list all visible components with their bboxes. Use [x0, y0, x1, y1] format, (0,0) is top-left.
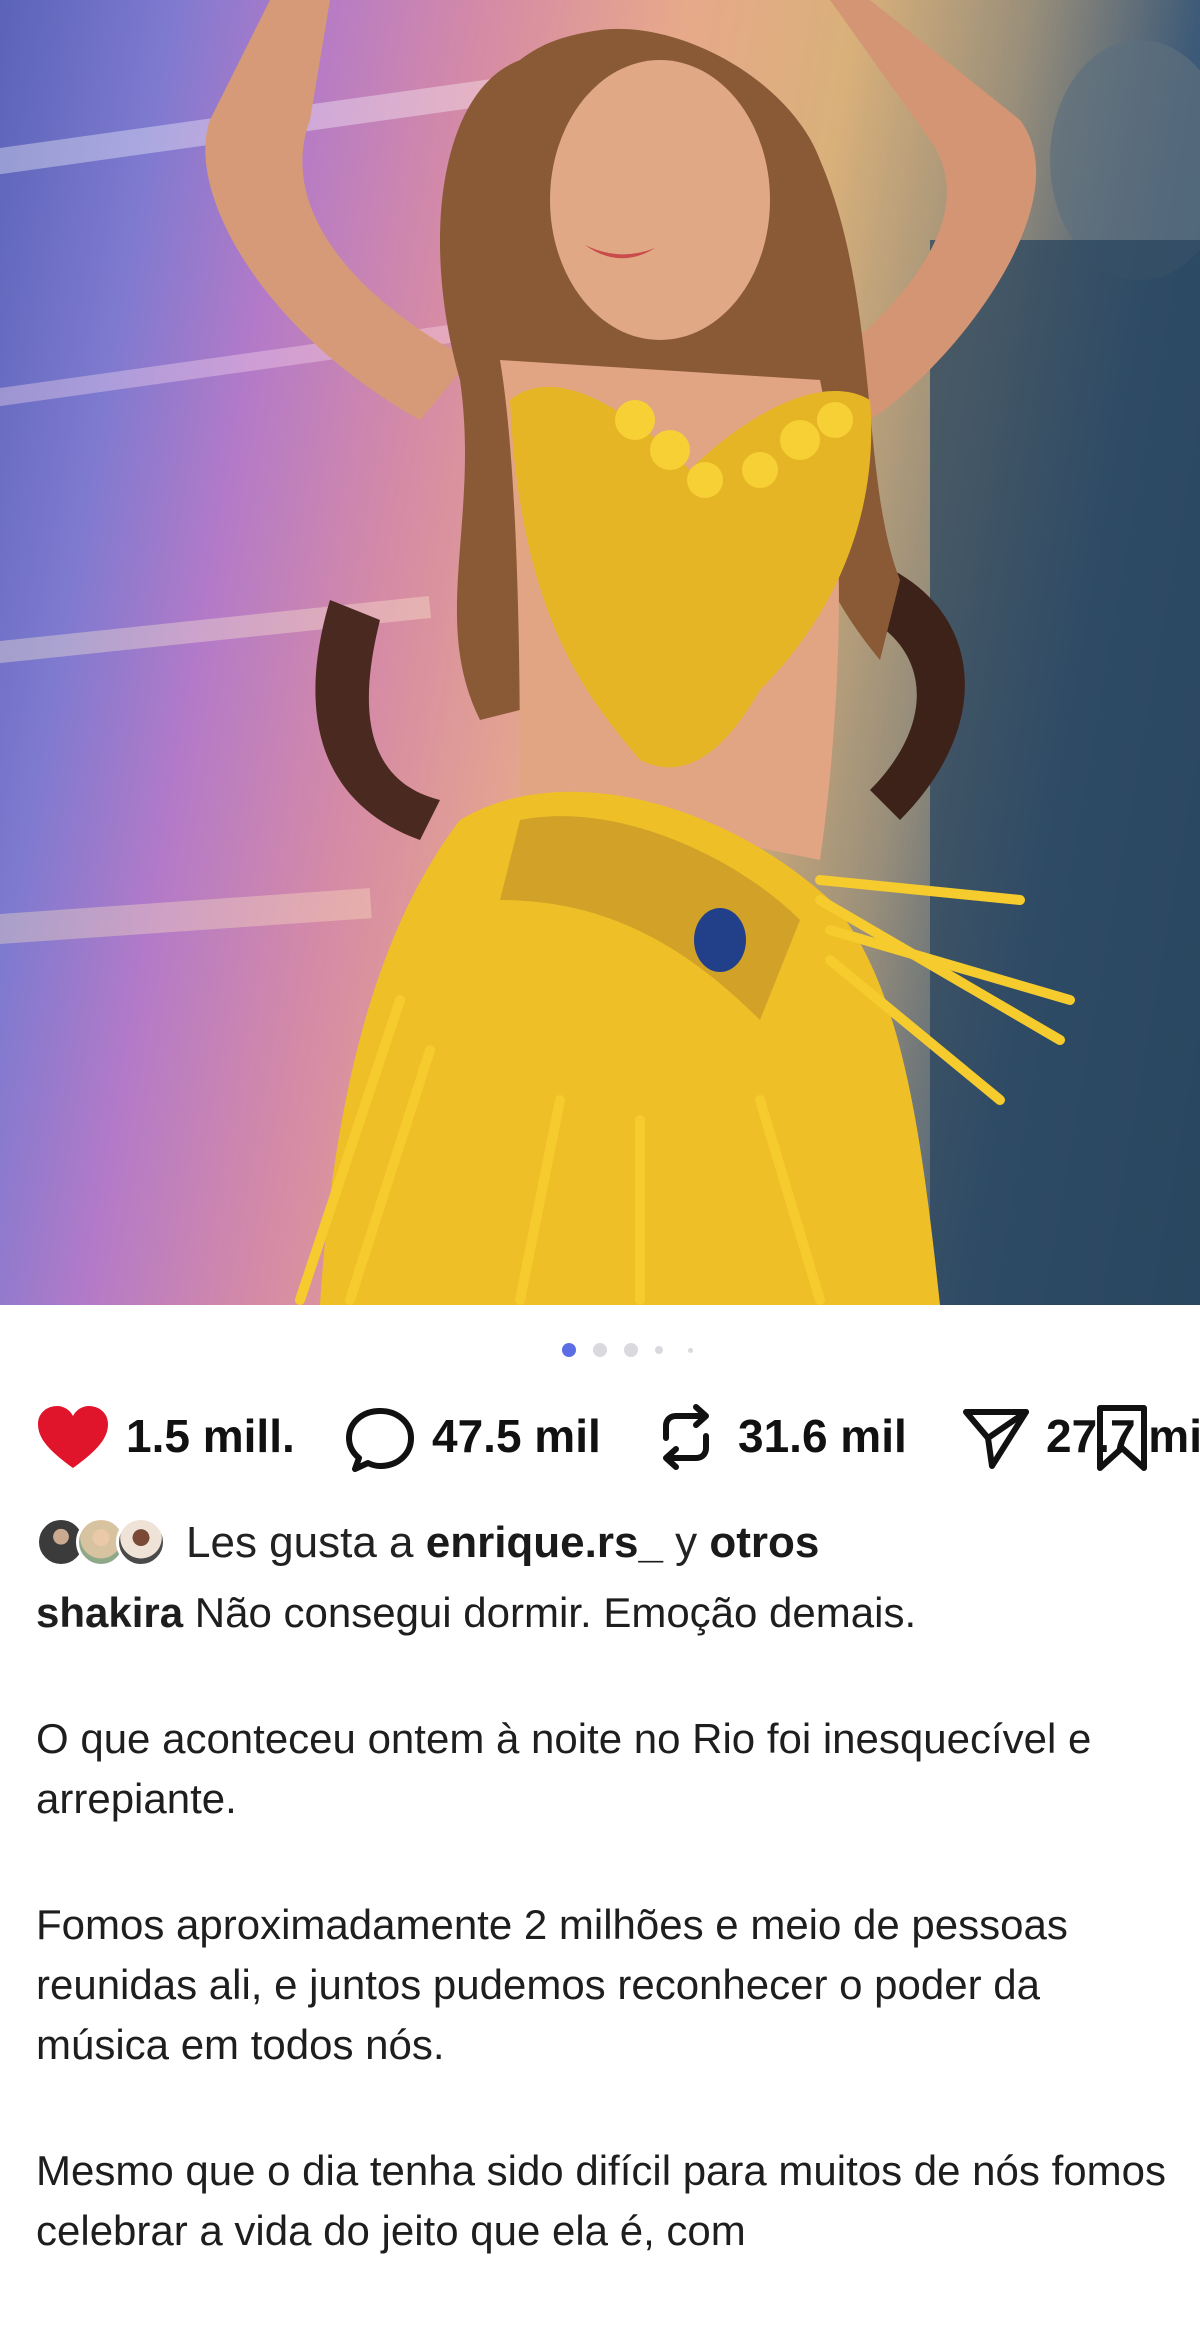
avatar: [116, 1517, 166, 1567]
liked-by-row[interactable]: Les gusta a enrique.rs_ y otros: [36, 1515, 1186, 1571]
post-image[interactable]: [0, 0, 1200, 1305]
repost-count: 31.6 mil: [738, 1410, 907, 1462]
liked-by-connector: y: [662, 1518, 710, 1567]
post-actions-bar: 1.5 mill. 47.5 mil 31.6 mil 27.7 mil: [0, 1400, 1200, 1472]
carousel-indicator: [0, 1343, 1200, 1357]
caption-paragraph: Mesmo que o dia tenha sido difícil para …: [36, 2147, 1166, 2254]
carousel-dot: [624, 1343, 638, 1357]
comment-count: 47.5 mil: [432, 1410, 601, 1462]
performer-illustration: [0, 0, 1200, 1305]
comment-bubble-icon: [346, 1408, 414, 1472]
carousel-dot: [593, 1343, 607, 1357]
liked-by-user-link[interactable]: enrique.rs_: [426, 1518, 663, 1567]
carousel-dot: [688, 1348, 693, 1353]
caption-first-line: Não consegui dormir. Emoção demais.: [183, 1589, 917, 1636]
caption-paragraph: Fomos aproximadamente 2 milhões e meio d…: [36, 1901, 1068, 2068]
caption-username[interactable]: shakira: [36, 1589, 183, 1636]
liked-by-prefix: Les gusta a: [186, 1518, 426, 1567]
post-caption: shakira Não consegui dormir. Emoção dema…: [36, 1583, 1166, 2327]
liked-by-others-link[interactable]: otros: [709, 1518, 819, 1567]
repost-icon: [663, 1404, 709, 1470]
heart-filled-icon: [38, 1406, 108, 1468]
like-count: 1.5 mill.: [126, 1410, 295, 1462]
bookmark-icon[interactable]: [1094, 1404, 1150, 1472]
carousel-dot: [655, 1346, 663, 1354]
carousel-dot-active: [562, 1343, 576, 1357]
caption-paragraph: O que aconteceu ontem à noite no Rio foi…: [36, 1715, 1092, 1822]
liked-by-text: Les gusta a enrique.rs_ y otros: [186, 1515, 819, 1571]
send-icon: [963, 1409, 1029, 1469]
